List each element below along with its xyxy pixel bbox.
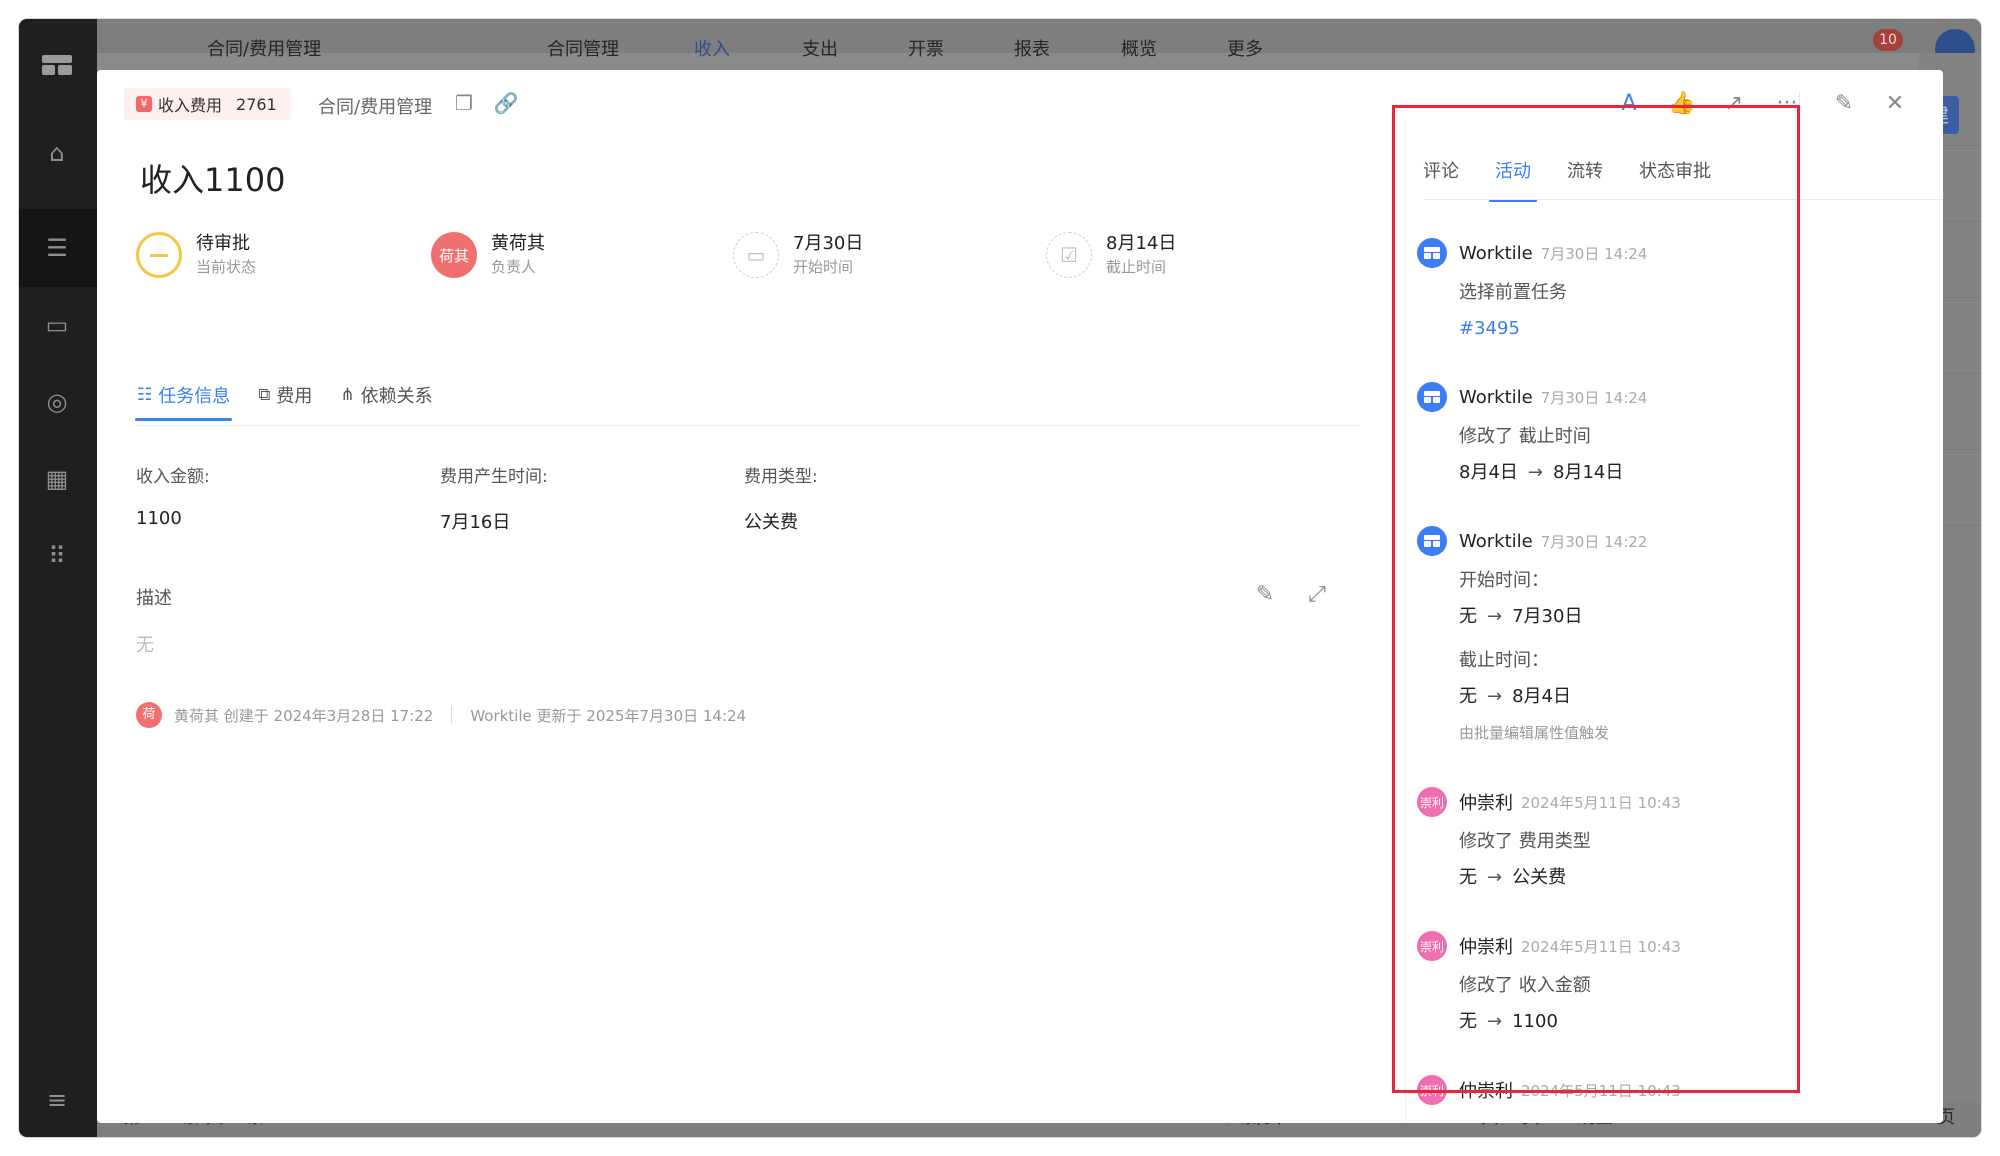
start-date-field[interactable]: ▭ 7月30日 开始时间 (733, 232, 863, 278)
bg-tab-overview: 概览 (1121, 39, 1157, 60)
tab-task-info[interactable]: ☷ 任务信息 (135, 369, 233, 421)
due-date-value: 8月14日 (1106, 233, 1177, 254)
bg-tab-invoice: 开票 (908, 39, 944, 60)
cost-type-value[interactable]: 公关费 (744, 508, 798, 534)
background-topbar: 合同/费用管理 合同管理 收入 支出 开票 报表 概览 更多 (97, 19, 1981, 60)
task-type-label: 收入费用 (158, 96, 223, 115)
owner-avatar: 荷其 (431, 232, 477, 278)
tab-dependencies-label: 依赖关系 (360, 386, 433, 407)
cost-date-value[interactable]: 7月16日 (440, 508, 510, 534)
bg-tab-report: 报表 (1014, 39, 1050, 60)
created-info: 黄荷其 创建于 2024年3月28日 17:22 (174, 706, 434, 725)
due-date-field[interactable]: ☑ 8月14日 截止时间 (1046, 232, 1176, 278)
task-number: 2761 (236, 94, 277, 114)
status-field[interactable]: 待审批 当前状态 (136, 232, 256, 278)
collapse-menu-icon[interactable]: ≡ (41, 1084, 73, 1116)
owner-field[interactable]: 荷其 黄荷其 负责人 (431, 232, 545, 278)
copy-icon[interactable]: ❐ (451, 90, 477, 116)
tab-dependencies[interactable]: ⋔ 依赖关系 (338, 369, 434, 421)
task-type-tag[interactable]: ¥ 收入费用 2761 (124, 88, 291, 120)
due-date-label: 截止时间 (1106, 258, 1167, 276)
income-amount-value[interactable]: 1100 (136, 508, 182, 529)
project-icon[interactable]: ☰ (41, 232, 73, 264)
app-sidebar: ⌂ ☰ ▭ ◎ ▦ ⠿ ≡ (19, 19, 97, 1137)
creator-avatar: 荷 (136, 702, 162, 728)
tab-task-info-label: 任务信息 (158, 386, 231, 407)
home-icon[interactable]: ⌂ (41, 137, 73, 169)
status-label: 当前状态 (196, 258, 257, 276)
highlight-box (1392, 105, 1800, 1093)
calendar-check-icon: ☑ (1046, 232, 1092, 278)
status-pending-icon (136, 232, 182, 278)
goal-icon[interactable]: ◎ (41, 386, 73, 418)
description-label: 描述 (136, 588, 172, 609)
footer-divider (451, 706, 453, 724)
owner-label: 负责人 (491, 258, 537, 276)
message-icon[interactable]: ▭ (41, 309, 73, 341)
cost-type-label: 费用类型: (744, 467, 818, 487)
calendar-icon: ▭ (733, 232, 779, 278)
tab-cost-label: 费用 (276, 386, 313, 407)
breadcrumb[interactable]: 合同/费用管理 (318, 93, 432, 119)
expand-icon[interactable]: ⤢ (1303, 582, 1331, 610)
detail-tabs: ☷ 任务信息 ⧉ 费用 ⋔ 依赖关系 (135, 369, 435, 421)
apps-grid-icon[interactable]: ⠿ (41, 540, 73, 572)
dependency-icon: ⋔ (340, 385, 355, 405)
bg-tab-more: 更多 (1227, 39, 1263, 60)
cost-icon: ⧉ (258, 385, 271, 405)
status-value: 待审批 (196, 233, 250, 254)
updated-info: Worktile 更新于 2025年7月30日 14:24 (470, 706, 747, 725)
notification-badge: 10 (1873, 29, 1903, 51)
app-logo-icon[interactable] (42, 55, 72, 77)
bg-breadcrumb: 合同/费用管理 (207, 39, 322, 60)
tabs-divider (135, 425, 1361, 426)
bg-tab-expense: 支出 (802, 39, 838, 60)
pin-icon[interactable]: ✎ (1830, 90, 1858, 118)
start-date-label: 开始时间 (793, 258, 854, 276)
page-title[interactable]: 收入1100 (140, 155, 285, 201)
close-icon[interactable]: ✕ (1881, 90, 1909, 118)
edit-icon[interactable]: ✎ (1251, 582, 1279, 610)
description-value[interactable]: 无 (136, 631, 154, 657)
bg-tab-income: 收入 (694, 39, 730, 60)
list-icon: ☷ (137, 385, 153, 405)
bg-tab-contracts: 合同管理 (547, 39, 619, 60)
cost-date-label: 费用产生时间: (440, 467, 548, 487)
currency-icon: ¥ (136, 96, 152, 112)
start-date-value: 7月30日 (793, 233, 864, 254)
audit-footer: 荷 黄荷其 创建于 2024年3月28日 17:22 Worktile 更新于 … (136, 702, 746, 728)
owner-name: 黄荷其 (491, 233, 545, 254)
link-icon[interactable]: 🔗 (493, 90, 519, 116)
calendar-icon[interactable]: ▦ (41, 463, 73, 495)
tab-cost[interactable]: ⧉ 费用 (256, 369, 314, 421)
income-amount-label: 收入金额: (136, 467, 210, 487)
